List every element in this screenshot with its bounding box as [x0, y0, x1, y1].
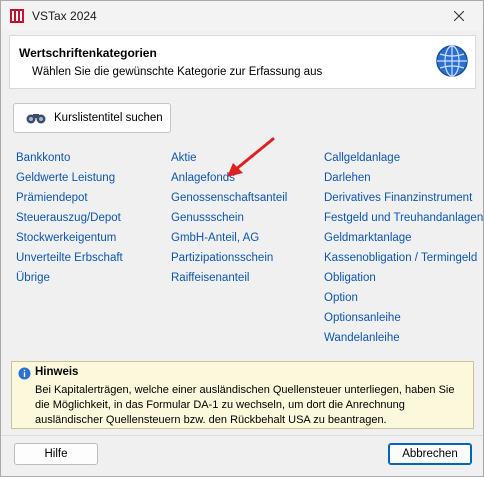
- info-icon: [18, 367, 31, 380]
- category-link-unverteilte-erbschaft[interactable]: Unverteilte Erbschaft: [16, 251, 123, 271]
- category-link-option[interactable]: Option: [324, 291, 483, 311]
- category-link-praemiendepot[interactable]: Prämiendepot: [16, 191, 123, 211]
- category-link-wandelanleihe[interactable]: Wandelanleihe: [324, 331, 483, 351]
- category-link-geldmarktanlage[interactable]: Geldmarktanlage: [324, 231, 483, 251]
- title-bar: VSTax 2024: [1, 1, 483, 31]
- binoculars-icon: [26, 114, 46, 124]
- category-link-geldwerte-leistung[interactable]: Geldwerte Leistung: [16, 171, 123, 191]
- category-link-genossenschaftsanteil[interactable]: Genossenschaftsanteil: [171, 191, 287, 211]
- annotation-arrow: [227, 137, 275, 177]
- close-button[interactable]: [437, 1, 481, 31]
- category-link-obligation[interactable]: Obligation: [324, 271, 483, 291]
- category-link-optionsanleihe[interactable]: Optionsanleihe: [324, 311, 483, 331]
- app-icon: [10, 9, 24, 23]
- search-button-label: Kurslistentitel suchen: [54, 112, 163, 124]
- category-link-genussschein[interactable]: Genussschein: [171, 211, 287, 231]
- close-icon: [454, 11, 464, 21]
- header-subtitle: Wählen Sie die gewünschte Kategorie zur …: [32, 66, 323, 78]
- category-link-derivatives-finanzinstrument[interactable]: Derivatives Finanzinstrument: [324, 191, 483, 211]
- category-link-festgeld-treuhandanlagen[interactable]: Festgeld und Treuhandanlagen: [324, 211, 483, 231]
- category-link-raiffeisenanteil[interactable]: Raiffeisenanteil: [171, 271, 287, 291]
- help-button[interactable]: Hilfe: [14, 443, 98, 465]
- category-link-partizipationsschein[interactable]: Partizipationsschein: [171, 251, 287, 271]
- category-link-callgeldanlage[interactable]: Callgeldanlage: [324, 151, 483, 171]
- hint-title: Hinweis: [35, 366, 79, 378]
- search-course-list-button[interactable]: Kurslistentitel suchen: [13, 103, 171, 133]
- category-link-bankkonto[interactable]: Bankkonto: [16, 151, 123, 171]
- category-link-kassenobligation-termingeld[interactable]: Kassenobligation / Termingeld: [324, 251, 483, 271]
- header-title: Wertschriftenkategorien: [19, 46, 157, 60]
- category-link-steuerauszug-depot[interactable]: Steuerauszug/Depot: [16, 211, 123, 231]
- dialog-window: VSTax 2024 Wertschriftenkategorien Wähle…: [0, 0, 484, 477]
- cancel-button[interactable]: Abbrechen: [388, 443, 472, 465]
- category-link-gmbh-anteil-ag[interactable]: GmbH-Anteil, AG: [171, 231, 287, 251]
- globe-icon: [436, 45, 468, 77]
- category-column-3: Callgeldanlage Darlehen Derivatives Fina…: [324, 151, 483, 351]
- category-link-stockwerkeigentum[interactable]: Stockwerkeigentum: [16, 231, 123, 251]
- category-link-uebrige[interactable]: Übrige: [16, 271, 123, 291]
- category-column-1: Bankkonto Geldwerte Leistung Prämiendepo…: [16, 151, 123, 291]
- hint-box: Hinweis Bei Kapitalerträgen, welche eine…: [11, 361, 474, 429]
- category-link-darlehen[interactable]: Darlehen: [324, 171, 483, 191]
- window-title: VSTax 2024: [32, 9, 97, 23]
- header-panel: Wertschriftenkategorien Wählen Sie die g…: [9, 35, 476, 89]
- hint-text: Bei Kapitalerträgen, welche einer auslän…: [35, 384, 455, 426]
- footer-divider: [1, 435, 483, 436]
